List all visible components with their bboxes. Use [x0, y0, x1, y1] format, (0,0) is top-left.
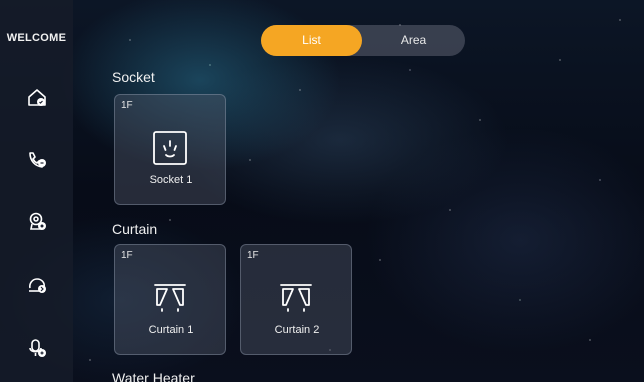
- microphone-icon[interactable]: [26, 337, 48, 359]
- card-floor-label: 1F: [121, 250, 133, 261]
- card-device-name: Curtain 1: [148, 324, 194, 336]
- device-card-curtain-2[interactable]: 1F Curtain 2: [240, 244, 352, 355]
- section-title-socket: Socket: [112, 69, 155, 85]
- camera-settings-icon[interactable]: [26, 211, 48, 233]
- tab-list[interactable]: List: [261, 25, 362, 56]
- cloud-person-icon[interactable]: [26, 274, 48, 296]
- tab-area[interactable]: Area: [362, 25, 465, 56]
- socket-icon: [153, 131, 187, 165]
- device-card-socket-1[interactable]: 1F Socket 1: [114, 94, 226, 205]
- card-floor-label: 1F: [247, 250, 259, 261]
- card-device-name: Socket 1: [149, 174, 193, 186]
- welcome-label: WELCOME: [6, 32, 67, 44]
- device-card-curtain-1[interactable]: 1F Curtain 1: [114, 244, 226, 355]
- phone-call-icon[interactable]: [26, 149, 48, 171]
- section-title-water-heater: Water Heater: [112, 370, 195, 382]
- home-shield-icon[interactable]: [26, 87, 48, 109]
- card-floor-label: 1F: [121, 100, 133, 111]
- curtain-icon: [279, 281, 313, 315]
- card-device-name: Curtain 2: [274, 324, 320, 336]
- section-title-curtain: Curtain: [112, 221, 158, 237]
- sidebar: WELCOME: [0, 0, 73, 382]
- curtain-icon: [153, 281, 187, 315]
- view-mode-tabs: List Area: [261, 25, 465, 56]
